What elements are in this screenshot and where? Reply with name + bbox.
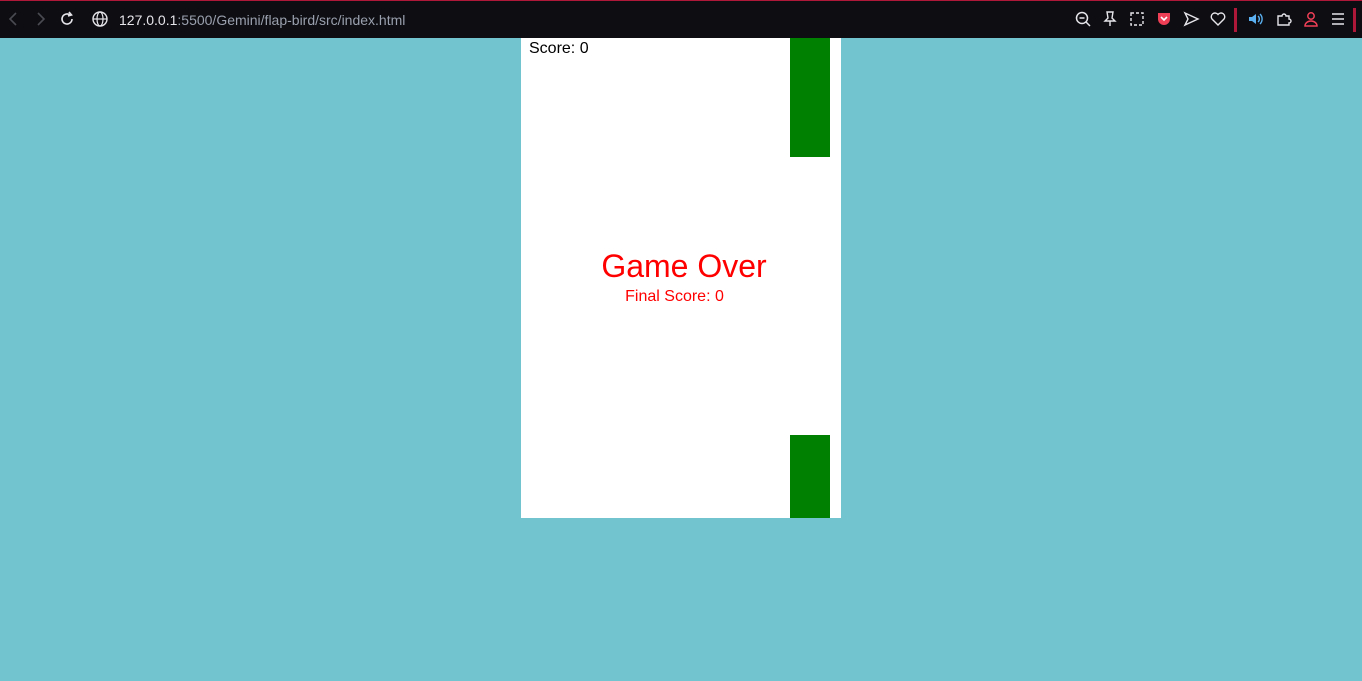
game-over-title: Game Over [601, 248, 767, 284]
menu-icon[interactable] [1328, 9, 1348, 29]
url-host: 127.0.0.1 [119, 12, 178, 28]
extensions-icon[interactable] [1274, 9, 1294, 29]
toolbar-separator [1234, 8, 1237, 32]
score-display: Score: 0 [529, 40, 589, 58]
pipe-bottom [790, 435, 830, 518]
zoom-out-icon[interactable] [1073, 9, 1093, 29]
game-canvas[interactable]: Score: 0 Game Over Final Score: 0 [521, 38, 841, 518]
speaker-icon[interactable] [1246, 9, 1266, 29]
heart-icon[interactable] [1208, 9, 1228, 29]
toolbar-edge-accent [1353, 8, 1356, 32]
reload-icon[interactable] [57, 9, 77, 29]
profile-icon[interactable] [1301, 9, 1321, 29]
browser-toolbar: 127.0.0.1:5500/Gemini/flap-bird/src/inde… [0, 0, 1362, 38]
screenshot-icon[interactable] [1127, 9, 1147, 29]
back-icon[interactable] [4, 9, 24, 29]
pocket-icon[interactable] [1154, 9, 1174, 29]
globe-icon[interactable] [90, 9, 110, 29]
send-icon[interactable] [1181, 9, 1201, 29]
score-text: Score: 0 [529, 40, 589, 57]
forward-icon[interactable] [30, 9, 50, 29]
final-score-text: Final Score: 0 [625, 288, 724, 305]
address-bar[interactable]: 127.0.0.1:5500/Gemini/flap-bird/src/inde… [119, 11, 405, 29]
pipe-top [790, 38, 830, 157]
url-path: :5500/Gemini/flap-bird/src/index.html [177, 12, 406, 28]
pin-icon[interactable] [1100, 9, 1120, 29]
final-score: Final Score: 0 [521, 288, 828, 306]
